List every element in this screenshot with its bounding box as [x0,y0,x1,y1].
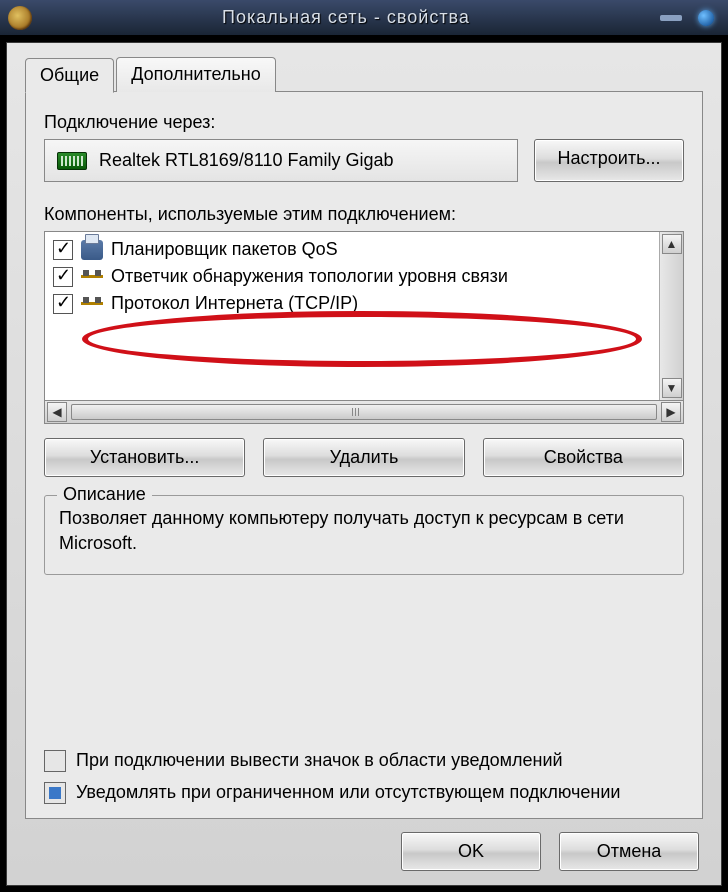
scroll-up-icon[interactable]: ▲ [662,234,682,254]
components-list: Планировщик пакетов QoS Ответчик обнаруж… [45,232,659,400]
scroll-left-icon[interactable]: ◀ [47,402,67,422]
list-item[interactable]: Протокол Интернета (TCP/IP) [47,290,657,317]
tab-general[interactable]: Общие [25,58,114,93]
description-text: Позволяет данному компьютеру получать до… [59,506,669,556]
dialog-footer: OK Отмена [25,820,703,871]
checkbox[interactable] [53,267,73,287]
window-controls [660,10,714,26]
tab-advanced-label: Дополнительно [131,64,261,84]
description-group: Описание Позволяет данному компьютеру по… [44,495,684,575]
checkbox[interactable] [53,294,73,314]
remove-button-label: Удалить [330,447,399,467]
notify-label: Уведомлять при ограниченном или отсутств… [76,782,620,803]
app-icon [8,6,32,30]
notify-checkbox-row[interactable]: Уведомлять при ограниченном или отсутств… [44,782,684,804]
show-icon-checkbox-row[interactable]: При подключении вывести значок в области… [44,750,684,772]
components-listbox[interactable]: Планировщик пакетов QoS Ответчик обнаруж… [44,231,684,401]
adapter-row: Realtek RTL8169/8110 Family Gigab Настро… [44,139,684,182]
component-buttons: Установить... Удалить Свойства [44,438,684,477]
install-button-label: Установить... [90,447,199,467]
scroll-thumb[interactable] [71,404,657,420]
components-wrap: Планировщик пакетов QoS Ответчик обнаруж… [44,231,684,424]
list-item[interactable]: Ответчик обнаружения топологии уровня св… [47,263,657,290]
window: Покальная сеть - свойства Общие Дополнит… [0,0,728,892]
window-title: Покальная сеть - свойства [32,7,660,28]
description-legend: Описание [57,484,152,505]
configure-button[interactable]: Настроить... [534,139,684,182]
titlebar[interactable]: Покальная сеть - свойства [0,0,728,36]
adapter-name: Realtek RTL8169/8110 Family Gigab [99,150,394,171]
checkbox[interactable] [53,240,73,260]
properties-button-label: Свойства [544,447,623,467]
remove-button[interactable]: Удалить [263,438,464,477]
properties-button[interactable]: Свойства [483,438,684,477]
checkbox[interactable] [44,750,66,772]
connect-through-label: Подключение через: [44,112,684,133]
nic-icon [57,152,87,170]
tab-strip: Общие Дополнительно [25,57,703,92]
list-item-label: Ответчик обнаружения топологии уровня св… [111,266,508,287]
vertical-scrollbar[interactable]: ▲ ▼ [659,232,683,400]
horizontal-scrollbar[interactable]: ◀ ▶ [44,400,684,424]
install-button[interactable]: Установить... [44,438,245,477]
list-item-label: Протокол Интернета (TCP/IP) [111,293,358,314]
tab-advanced[interactable]: Дополнительно [116,57,276,92]
network-icon [81,267,103,287]
scroll-down-icon[interactable]: ▼ [662,378,682,398]
tab-page-general: Подключение через: Realtek RTL8169/8110 … [25,91,703,819]
cancel-button[interactable]: Отмена [559,832,699,871]
maximize-icon[interactable] [698,10,714,26]
list-item[interactable]: Планировщик пакетов QoS [47,236,657,263]
qos-icon [81,240,103,260]
tab-general-label: Общие [40,65,99,85]
scroll-right-icon[interactable]: ▶ [661,402,681,422]
ok-button[interactable]: OK [401,832,541,871]
client-area: Общие Дополнительно Подключение через: R… [6,42,722,886]
checkbox[interactable] [44,782,66,804]
list-item-label: Планировщик пакетов QoS [111,239,338,260]
show-icon-label: При подключении вывести значок в области… [76,750,563,771]
network-icon [81,294,103,314]
adapter-box[interactable]: Realtek RTL8169/8110 Family Gigab [44,139,518,182]
cancel-button-label: Отмена [597,841,662,861]
minimize-icon[interactable] [660,15,682,21]
components-label: Компоненты, используемые этим подключени… [44,204,684,225]
ok-button-label: OK [458,841,484,861]
configure-button-label: Настроить... [558,148,661,168]
